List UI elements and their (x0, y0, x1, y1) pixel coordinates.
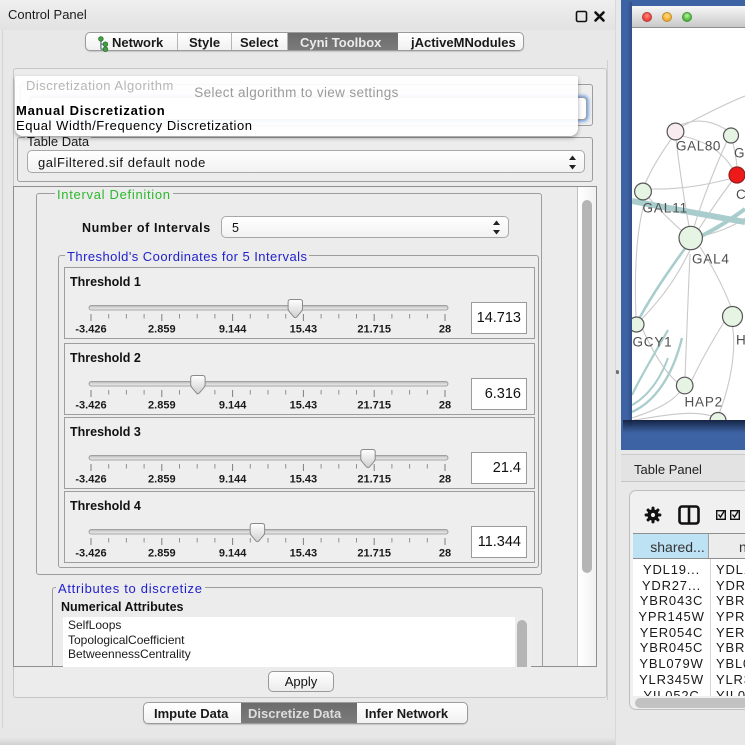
svg-text:GA: GA (734, 146, 745, 161)
svg-text:2.859: 2.859 (148, 323, 176, 335)
svg-text:28: 28 (439, 399, 451, 411)
svg-text:28: 28 (439, 473, 451, 485)
svg-text:GAL4: GAL4 (692, 252, 730, 267)
svg-text:GAL11: GAL11 (643, 201, 689, 216)
svg-text:15.43: 15.43 (290, 323, 318, 335)
svg-text:21.715: 21.715 (357, 473, 391, 485)
svg-text:21.715: 21.715 (357, 323, 391, 335)
svg-text:2.859: 2.859 (148, 399, 176, 411)
svg-text:15.43: 15.43 (290, 547, 318, 559)
svg-text:15.43: 15.43 (290, 399, 318, 411)
svg-text:15.43: 15.43 (290, 473, 318, 485)
svg-text:-3.426: -3.426 (75, 323, 106, 335)
svg-text:9.144: 9.144 (219, 547, 247, 559)
svg-text:2.859: 2.859 (148, 473, 176, 485)
svg-text:C: C (736, 187, 745, 202)
svg-text:-3.426: -3.426 (75, 547, 106, 559)
svg-text:-3.426: -3.426 (75, 473, 106, 485)
svg-text:2.859: 2.859 (148, 547, 176, 559)
svg-text:H: H (736, 333, 745, 348)
svg-text:21.715: 21.715 (357, 547, 391, 559)
svg-text:-3.426: -3.426 (75, 399, 106, 411)
svg-text:HAP2: HAP2 (685, 395, 723, 410)
svg-text:9.144: 9.144 (219, 323, 247, 335)
svg-text:28: 28 (439, 547, 451, 559)
svg-text:9.144: 9.144 (219, 399, 247, 411)
svg-text:9.144: 9.144 (219, 473, 247, 485)
svg-text:21.715: 21.715 (357, 399, 391, 411)
svg-text:28: 28 (439, 323, 451, 335)
svg-text:GAL80: GAL80 (676, 139, 721, 154)
svg-text:GCY1: GCY1 (633, 335, 673, 350)
